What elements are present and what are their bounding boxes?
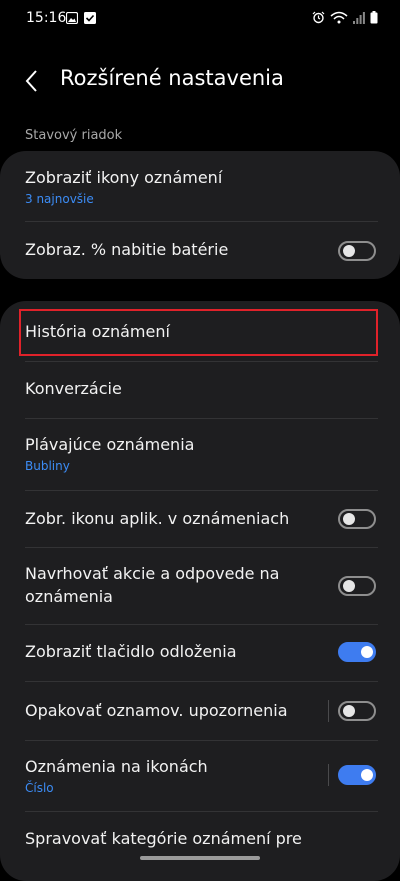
page-title: Rozšírené nastavenia [60, 66, 284, 90]
alarm-icon [312, 11, 325, 24]
setting-value: Číslo [25, 781, 54, 795]
wifi-icon [330, 11, 348, 24]
signal-icon [353, 11, 365, 24]
setting-row-app-icon-in-notifications[interactable]: Zobr. ikonu aplik. v oznámeniach [0, 491, 400, 547]
toggle-knob [343, 705, 355, 717]
setting-row-icon-badges[interactable]: Oznámenia na ikonách Číslo [0, 741, 400, 811]
header: Rozšírené nastavenia [0, 56, 400, 106]
suggest-actions-toggle[interactable] [338, 576, 376, 596]
setting-value: Bubliny [25, 459, 70, 473]
toggle-knob [343, 580, 355, 592]
toggle-knob [361, 769, 373, 781]
setting-title: Zobr. ikonu aplik. v oznámeniach [25, 509, 290, 528]
status-bar-settings-card: Zobraziť ikony oznámení 3 najnovšie Zobr… [0, 151, 400, 279]
setting-row-repeat-alerts[interactable]: Opakovať oznamov. upozornenia [0, 682, 400, 740]
gallery-icon [66, 12, 78, 24]
battery-icon [370, 11, 378, 24]
setting-title-line1: Navrhovať akcie a odpovede na [25, 564, 280, 583]
vertical-separator [328, 700, 329, 722]
setting-title: Zobraz. % nabitie batérie [25, 240, 229, 259]
setting-row-manage-categories[interactable]: Spravovať kategórie oznámení pre [0, 812, 400, 872]
snooze-button-toggle[interactable] [338, 642, 376, 662]
setting-value: 3 najnovšie [25, 192, 94, 206]
vertical-separator [328, 764, 329, 786]
setting-title: Oznámenia na ikonách [25, 757, 208, 776]
status-time: 15:16 [26, 10, 67, 26]
status-bar: 15:16 [0, 0, 400, 38]
toggle-knob [343, 513, 355, 525]
toggle-knob [361, 646, 373, 658]
setting-row-notification-history[interactable]: História oznámení [0, 309, 400, 359]
chevron-left-icon [25, 70, 37, 92]
setting-row-battery-percent[interactable]: Zobraz. % nabitie batérie [0, 222, 400, 279]
section-label: Stavový riadok [25, 128, 123, 143]
toggle-knob [343, 245, 355, 257]
setting-title: Zobraziť tlačidlo odloženia [25, 642, 237, 661]
setting-title: Plávajúce oznámenia [25, 435, 195, 454]
setting-title-line2: oznámenia [25, 587, 113, 606]
icon-badges-toggle[interactable] [338, 765, 376, 785]
back-button[interactable] [20, 66, 46, 96]
setting-row-floating-notifications[interactable]: Plávajúce oznámenia Bubliny [0, 419, 400, 489]
setting-title: Opakovať oznamov. upozornenia [25, 701, 288, 720]
battery-percent-toggle[interactable] [338, 241, 376, 261]
setting-title: História oznámení [25, 322, 170, 341]
setting-title: Konverzácie [25, 379, 122, 398]
setting-row-snooze-button[interactable]: Zobraziť tlačidlo odloženia [0, 625, 400, 681]
setting-row-conversations[interactable]: Konverzácie [0, 362, 400, 418]
notification-settings-card: História oznámení Konverzácie Plávajúce … [0, 301, 400, 881]
repeat-alerts-toggle[interactable] [338, 701, 376, 721]
setting-title: Spravovať kategórie oznámení pre [25, 829, 302, 848]
setting-row-suggest-actions[interactable]: Navrhovať akcie a odpovede na oznámenia [0, 548, 400, 624]
checkbox-icon [84, 12, 96, 24]
navigation-handle[interactable] [140, 856, 260, 860]
setting-row-show-notification-icons[interactable]: Zobraziť ikony oznámení 3 najnovšie [0, 151, 400, 221]
setting-title: Zobraziť ikony oznámení [25, 168, 223, 187]
app-icon-toggle[interactable] [338, 509, 376, 529]
